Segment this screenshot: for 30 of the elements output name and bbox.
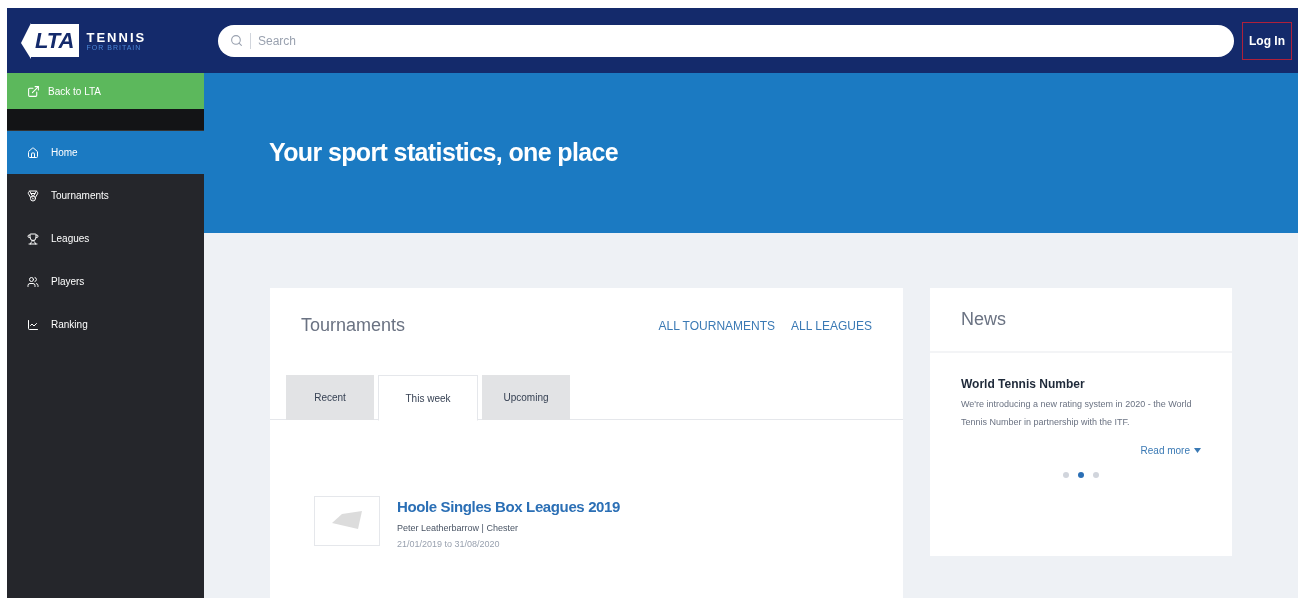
- sidebar-item[interactable]: Leagues: [7, 217, 204, 260]
- tab[interactable]: Upcoming: [482, 375, 570, 420]
- login-button[interactable]: Log In: [1242, 21, 1292, 60]
- tab[interactable]: This week: [378, 375, 478, 421]
- card-link[interactable]: ALL TOURNAMENTS: [658, 316, 776, 335]
- search-field[interactable]: Search: [218, 24, 1234, 57]
- sidebar-item[interactable]: Home: [7, 131, 204, 174]
- search-icon: [230, 33, 243, 47]
- users-icon: [27, 275, 39, 288]
- external-link-icon: [27, 84, 40, 98]
- news-body: We're introducing a new rating system in 2020 - the World Tennis Number in partnership with the ITF.: [961, 398, 1193, 429]
- sidebar-item[interactable]: Ranking: [7, 303, 204, 346]
- tournament-organiser: Peter Leatherbarrow | Chester: [397, 521, 519, 535]
- sidebar-item[interactable]: Players: [7, 260, 204, 303]
- tournament-name[interactable]: Hoole Singles Box Leagues 2019: [397, 496, 620, 519]
- card-title: News: [961, 308, 1006, 331]
- news-headline: World Tennis Number: [961, 376, 1086, 393]
- sidebar-item[interactable]: Tournaments: [7, 174, 204, 217]
- card-title: Tournaments: [301, 314, 406, 337]
- read-more-link[interactable]: Read more: [1140, 443, 1201, 458]
- chart-icon: [27, 318, 39, 331]
- tab[interactable]: Recent: [286, 375, 374, 420]
- trophy-icon: [27, 232, 39, 245]
- banner-title: Your sport statistics, one place: [269, 137, 619, 169]
- tournament-dates: 21/01/2019 to 31/08/2020: [397, 538, 501, 551]
- caret-icon: [1194, 448, 1201, 453]
- card-link[interactable]: ALL LEAGUES: [791, 316, 872, 335]
- home-icon: [27, 146, 39, 159]
- medal-icon: [27, 189, 39, 202]
- logo-name: TENNIS: [86, 30, 147, 44]
